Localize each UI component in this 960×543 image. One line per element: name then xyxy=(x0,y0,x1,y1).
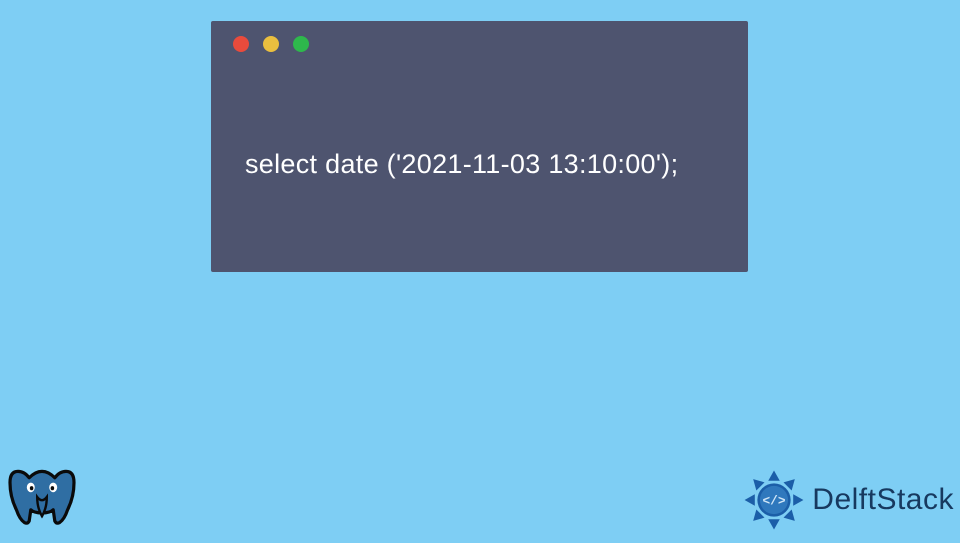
code-content: select date ('2021-11-03 13:10:00'); xyxy=(211,67,748,180)
window-titlebar xyxy=(211,21,748,67)
brand: </> DelftStack xyxy=(742,468,954,532)
brand-name: DelftStack xyxy=(812,483,954,517)
postgresql-elephant-icon xyxy=(2,456,82,538)
close-icon[interactable] xyxy=(233,36,249,52)
minimize-icon[interactable] xyxy=(263,36,279,52)
delftstack-logo-icon: </> xyxy=(742,468,806,532)
svg-text:</>: </> xyxy=(763,493,786,508)
maximize-icon[interactable] xyxy=(293,36,309,52)
code-window: select date ('2021-11-03 13:10:00'); xyxy=(211,21,748,272)
